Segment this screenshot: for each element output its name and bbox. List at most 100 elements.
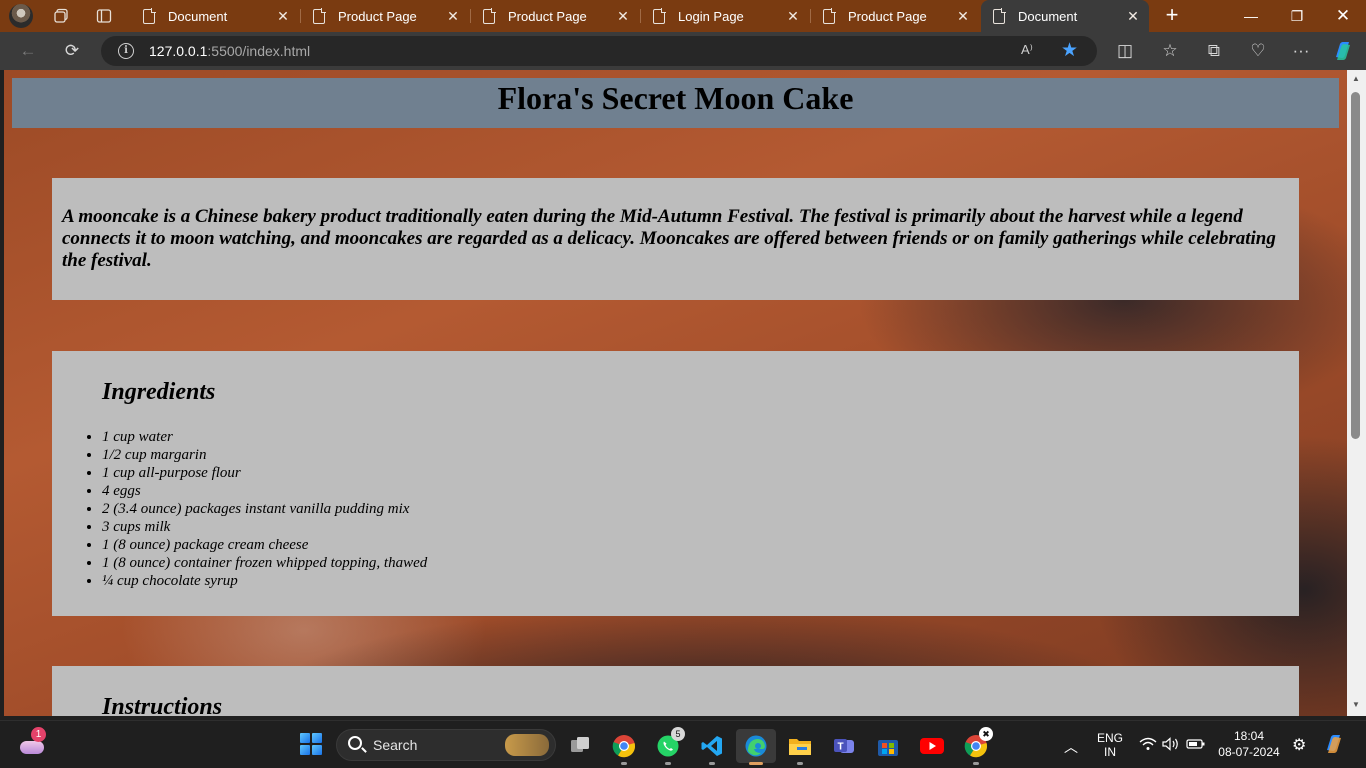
- weather-badge: 1: [31, 727, 46, 742]
- ingredient-item: 1 (8 ounce) package cream cheese: [102, 536, 427, 554]
- address-bar[interactable]: i 127.0.0.1:5500/index.html A⁾ ★: [101, 36, 1097, 66]
- edge-app-icon[interactable]: [736, 729, 776, 765]
- vscode-app-icon[interactable]: [692, 729, 732, 765]
- workspaces-icon[interactable]: [42, 0, 82, 32]
- close-tab-icon[interactable]: ✕: [615, 8, 631, 24]
- browser-tab-5[interactable]: Product Page ✕: [811, 0, 979, 32]
- refresh-button[interactable]: ⟳: [58, 38, 86, 64]
- close-tab-icon[interactable]: ✕: [275, 8, 291, 24]
- task-view-icon[interactable]: [560, 729, 600, 763]
- restore-button[interactable]: ❐: [1274, 0, 1320, 32]
- wifi-icon[interactable]: [1139, 737, 1157, 754]
- new-tab-button[interactable]: +: [1160, 4, 1184, 28]
- close-window-button[interactable]: ✕: [1320, 0, 1366, 32]
- running-indicator: [621, 762, 627, 765]
- browser-tab-4[interactable]: Login Page ✕: [641, 0, 809, 32]
- ingredient-item: 3 cups milk: [102, 518, 427, 536]
- collections-icon[interactable]: ⧉: [1200, 38, 1228, 64]
- close-tab-icon[interactable]: ✕: [955, 8, 971, 24]
- document-icon: [313, 8, 326, 24]
- chrome-app-icon[interactable]: [604, 729, 644, 765]
- split-screen-icon[interactable]: ◫: [1111, 38, 1139, 64]
- scroll-down-icon[interactable]: ▼: [1351, 700, 1361, 709]
- ingredient-item: 1 (8 ounce) container frozen whipped top…: [102, 554, 427, 572]
- read-aloud-icon[interactable]: A⁾: [1021, 42, 1033, 58]
- tab-strip: Document ✕ Product Page ✕ Product Page ✕…: [0, 0, 1366, 32]
- favorite-star-icon[interactable]: ★: [1061, 39, 1078, 62]
- clock-time: 18:04: [1233, 729, 1265, 743]
- taskbar-search[interactable]: Search: [336, 729, 556, 761]
- browser-tab-3[interactable]: Product Page ✕: [471, 0, 639, 32]
- running-indicator: [709, 762, 715, 765]
- browser-toolbar: ← ⟳ i 127.0.0.1:5500/index.html A⁾ ★ ◫ ☆…: [0, 32, 1366, 70]
- ingredients-heading: Ingredients: [102, 379, 216, 405]
- minimize-button[interactable]: —: [1228, 0, 1274, 32]
- search-highlight-image: [505, 734, 549, 756]
- whatsapp-badge: 5: [671, 727, 685, 741]
- document-icon: [993, 8, 1006, 24]
- taskbar: 1 Search 5 T ✖ ︿ ENG IN 18:04 08-07-2024…: [0, 720, 1366, 768]
- page-header: Flora's Secret Moon Cake: [12, 78, 1339, 128]
- url-text[interactable]: 127.0.0.1:5500/index.html: [149, 43, 310, 59]
- start-button[interactable]: [300, 733, 322, 755]
- page-viewport: Flora's Secret Moon Cake A mooncake is a…: [4, 70, 1347, 716]
- profile-badge-icon: ✖: [979, 727, 993, 741]
- document-icon: [483, 8, 496, 24]
- site-info-icon[interactable]: i: [118, 43, 134, 59]
- clock[interactable]: 18:04 08-07-2024: [1214, 729, 1284, 759]
- svg-text:T: T: [837, 742, 843, 753]
- browser-essentials-icon[interactable]: ♡: [1244, 38, 1272, 64]
- clock-date: 08-07-2024: [1218, 745, 1280, 759]
- copilot-icon[interactable]: [1329, 38, 1357, 64]
- teams-app-icon[interactable]: T: [824, 729, 864, 763]
- browser-tab-2[interactable]: Product Page ✕: [301, 0, 469, 32]
- microsoft-store-icon[interactable]: [868, 729, 908, 763]
- ingredient-item: 1 cup water: [102, 428, 427, 446]
- tab-title: Product Page: [338, 8, 417, 24]
- weather-widget[interactable]: 1: [18, 727, 46, 756]
- running-indicator: [665, 762, 671, 765]
- intro-paragraph: A mooncake is a Chinese bakery product t…: [62, 206, 1276, 271]
- back-button[interactable]: ←: [14, 38, 42, 64]
- page-title: Flora's Secret Moon Cake: [497, 80, 854, 116]
- volume-icon[interactable]: [1162, 737, 1180, 754]
- browser-tab-1[interactable]: Document ✕: [131, 0, 299, 32]
- page-scrollbar[interactable]: ▲ ▼: [1347, 70, 1366, 716]
- ingredients-list: 1 cup water 1/2 cup margarin 1 cup all-p…: [102, 428, 427, 590]
- document-icon: [653, 8, 666, 24]
- ingredient-item: 4 eggs: [102, 482, 427, 500]
- close-tab-icon[interactable]: ✕: [1125, 8, 1141, 24]
- notification-settings-icon[interactable]: ⚙: [1292, 735, 1306, 755]
- tab-actions-icon[interactable]: [84, 0, 124, 32]
- running-indicator: [973, 762, 979, 765]
- ingredient-item: 1/2 cup margarin: [102, 446, 427, 464]
- chrome-profile-app-icon[interactable]: ✖: [956, 727, 996, 765]
- active-indicator: [749, 762, 763, 765]
- more-menu-icon[interactable]: ···: [1287, 38, 1315, 64]
- intro-section: A mooncake is a Chinese bakery product t…: [52, 178, 1299, 300]
- document-icon: [823, 8, 836, 24]
- search-icon: [348, 736, 362, 750]
- browser-tab-active[interactable]: Document ✕: [981, 0, 1149, 32]
- tab-title: Document: [1018, 8, 1078, 24]
- scrollbar-thumb[interactable]: [1351, 92, 1360, 439]
- profile-avatar[interactable]: [9, 4, 33, 28]
- tab-title: Login Page: [678, 8, 744, 24]
- show-hidden-icons-chevron-icon[interactable]: ︿: [1064, 737, 1078, 757]
- favorites-icon[interactable]: ☆: [1156, 38, 1184, 64]
- battery-icon[interactable]: [1186, 737, 1206, 754]
- weather-cloud-icon: [20, 741, 44, 754]
- scroll-up-icon[interactable]: ▲: [1351, 74, 1361, 83]
- tab-title: Product Page: [508, 8, 587, 24]
- file-explorer-icon[interactable]: [780, 729, 820, 765]
- close-tab-icon[interactable]: ✕: [445, 8, 461, 24]
- whatsapp-app-icon[interactable]: 5: [648, 727, 688, 765]
- copilot-taskbar-icon[interactable]: [1322, 733, 1346, 758]
- ingredient-item: 2 (3.4 ounce) packages instant vanilla p…: [102, 500, 427, 518]
- input-language[interactable]: ENG IN: [1094, 731, 1126, 759]
- running-indicator: [797, 762, 803, 765]
- document-icon: [143, 8, 156, 24]
- youtube-app-icon[interactable]: [912, 729, 952, 763]
- tab-title: Document: [168, 8, 228, 24]
- close-tab-icon[interactable]: ✕: [785, 8, 801, 24]
